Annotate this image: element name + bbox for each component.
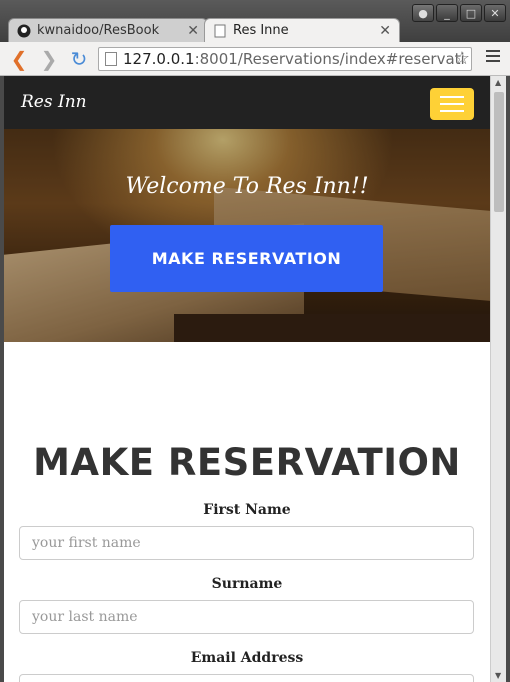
- menu-icon[interactable]: [486, 50, 500, 65]
- site-navbar: Res Inn: [4, 76, 490, 129]
- hamburger-icon[interactable]: [430, 88, 474, 120]
- scroll-up-icon[interactable]: ▲: [495, 78, 501, 87]
- email-field[interactable]: [19, 674, 474, 682]
- title-bar: kwnaidoo/ResBook ✕ Res Inne ✕ ● _ □ ✕: [0, 0, 510, 42]
- brand-logo[interactable]: Res Inn: [21, 92, 87, 112]
- minimize-button[interactable]: _: [436, 4, 458, 22]
- scrollbar[interactable]: ▲ ▼: [490, 76, 506, 682]
- first-name-label: First Name: [203, 502, 291, 518]
- scroll-thumb[interactable]: [494, 92, 504, 212]
- email-label: Email Address: [190, 650, 304, 666]
- window-controls: ● _ □ ✕: [412, 4, 506, 22]
- forward-icon[interactable]: ❯: [38, 48, 60, 70]
- page-viewport: Res Inn Welcome To Res Inn!! MAKE RESERV…: [4, 76, 490, 682]
- surname-field[interactable]: [19, 600, 474, 634]
- tab-label: kwnaidoo/ResBook: [37, 23, 160, 38]
- github-icon: [17, 24, 31, 37]
- url-path: :8001/Reservations/index#reservati: [194, 50, 465, 68]
- make-reservation-button[interactable]: MAKE RESERVATION: [110, 225, 383, 292]
- user-icon[interactable]: ●: [412, 4, 434, 22]
- maximize-button[interactable]: □: [460, 4, 482, 22]
- close-icon[interactable]: ✕: [187, 23, 199, 39]
- back-icon[interactable]: ❮: [8, 48, 30, 70]
- address-bar[interactable]: 127.0.0.1:8001/Reservations/index#reserv…: [98, 47, 472, 71]
- reload-icon[interactable]: ↻: [68, 48, 90, 70]
- tab-github[interactable]: kwnaidoo/ResBook ✕: [8, 18, 208, 42]
- star-icon[interactable]: ☆: [454, 48, 470, 69]
- tab-res-inn[interactable]: Res Inne ✕: [204, 18, 400, 42]
- surname-label: Surname: [211, 576, 283, 592]
- browser-window: kwnaidoo/ResBook ✕ Res Inne ✕ ● _ □ ✕ ❮ …: [0, 0, 510, 682]
- page-icon: [105, 52, 117, 66]
- tab-label: Res Inne: [233, 23, 289, 38]
- hero-welcome-text: Welcome To Res Inn!!: [125, 174, 369, 199]
- hero-banner: Welcome To Res Inn!! MAKE RESERVATION: [4, 129, 490, 342]
- section-title: MAKE RESERVATION: [33, 441, 461, 484]
- scroll-down-icon[interactable]: ▼: [495, 671, 501, 680]
- first-name-field[interactable]: [19, 526, 474, 560]
- page-icon: [214, 24, 226, 37]
- close-window-button[interactable]: ✕: [484, 4, 506, 22]
- url-host: 127.0.0.1: [123, 50, 195, 68]
- browser-toolbar: ❮ ❯ ↻ 127.0.0.1:8001/Reservations/index#…: [0, 42, 510, 76]
- close-icon[interactable]: ✕: [379, 23, 391, 39]
